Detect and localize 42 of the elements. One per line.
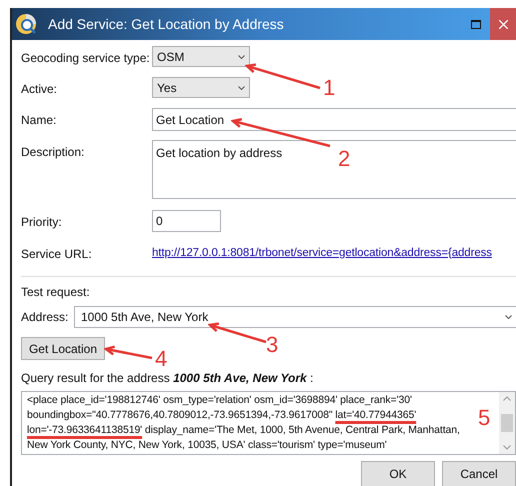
dropdown[interactable]: OSM bbox=[152, 46, 250, 67]
close-icon bbox=[498, 20, 508, 28]
app-logo-icon bbox=[15, 13, 37, 35]
result-text: <place place_id='198812746' osm_type='relation' osm_id='3698894' place_rank='30' boundingbox="40.7778676,40.7809012,-73.9651394,-73.9617008" lat='40.77944365' lon='-73.9633641138519' display_name='The Met, 1000, 5th Avenue, Central Park, Manhattan, New York County, NYC, New York, 10035, USA' class='tourism' type='museum' bbox=[27, 393, 461, 453]
field-label: Service URL: bbox=[21, 246, 93, 263]
section-label: Test request: bbox=[21, 284, 90, 301]
dropdown-value: Yes bbox=[157, 80, 177, 96]
scroll-up-icon bbox=[503, 396, 511, 401]
name-input-field[interactable]: Get Location bbox=[152, 108, 516, 131]
address-combo-box[interactable]: 1000 5th Ave, New York bbox=[74, 306, 516, 328]
get-location-button[interactable]: Get Location bbox=[21, 337, 105, 360]
service-url-link[interactable]: http://127.0.0.1:8081/trbonet/service=getlocation&address={address bbox=[152, 245, 492, 262]
priority-input-field[interactable]: 0 bbox=[152, 210, 221, 232]
field-label: Priority: bbox=[21, 214, 63, 231]
query-result-text-area[interactable] bbox=[21, 391, 516, 455]
ok-button[interactable]: OK bbox=[361, 461, 435, 486]
scrollbar[interactable] bbox=[499, 392, 515, 454]
dropdown[interactable]: Yes bbox=[152, 77, 250, 98]
field-label: Address: bbox=[21, 309, 70, 326]
cancel-button[interactable]: Cancel bbox=[442, 461, 516, 486]
field-label: Name: bbox=[21, 112, 58, 129]
annotation-number: 5 bbox=[478, 405, 490, 430]
close-button[interactable] bbox=[490, 8, 516, 40]
address-value: 1000 5th Ave, New York bbox=[81, 309, 208, 326]
field-label: Active: bbox=[21, 81, 58, 98]
annotation-number: 3 bbox=[266, 332, 278, 357]
annotation-arrow bbox=[106, 346, 152, 358]
chevron-down-icon bbox=[238, 54, 245, 58]
field-label: Geocoding service type: bbox=[21, 50, 151, 67]
field-label: Description: bbox=[21, 144, 86, 161]
chevron-down-icon bbox=[238, 86, 245, 90]
window-title: Add Service: Get Location by Address bbox=[48, 14, 284, 34]
scroll-down-icon bbox=[503, 445, 511, 450]
query-result-label: Query result for the address 1000 5th Ave, New York : bbox=[21, 370, 314, 386]
annotation-arrow bbox=[210, 324, 266, 342]
annotation-number: 2 bbox=[338, 146, 350, 171]
annotation-number: 1 bbox=[323, 75, 336, 100]
scrollbar-thumb[interactable] bbox=[501, 414, 513, 432]
annotation-number: 4 bbox=[155, 346, 168, 371]
maximize-icon bbox=[471, 20, 481, 28]
dropdown-value: OSM bbox=[157, 48, 184, 66]
chevron-down-icon bbox=[505, 315, 512, 319]
